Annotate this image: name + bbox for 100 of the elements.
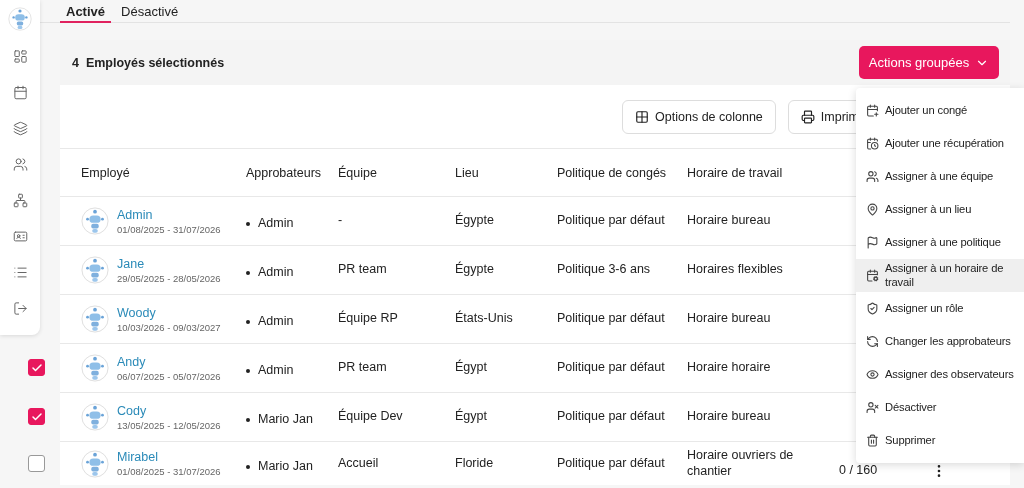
printer-icon (800, 109, 815, 124)
team-cell: PR team (338, 262, 387, 278)
contract-dates: 13/05/2025 - 12/05/2026 (117, 419, 221, 431)
team-cell: Équipe Dev (338, 409, 403, 425)
tab[interactable]: Désactivé (115, 0, 185, 23)
approver-name: Admin (258, 265, 294, 281)
bulk-actions-button[interactable]: Actions groupées (859, 46, 999, 79)
approver-name: Admin (258, 216, 294, 232)
refresh-icon (866, 335, 879, 348)
schedule-cell: Horaires flexibles (687, 262, 783, 278)
column-header: Horaire de travail (687, 165, 783, 180)
employee-name-link[interactable]: Andy (117, 354, 221, 369)
calendar-clock-icon (866, 137, 879, 150)
contract-dates: 01/08/2025 - 31/07/2026 (117, 223, 221, 235)
location-cell: États-Unis (455, 311, 513, 327)
column-options-button[interactable]: Options de colonne (622, 99, 776, 134)
list-icon[interactable] (12, 264, 28, 280)
calendar-icon[interactable] (12, 84, 28, 100)
approver-name: Mario Jan (258, 458, 313, 475)
menu-item[interactable]: Assigner à une équipe (856, 160, 1024, 193)
avatar-icon (81, 354, 109, 382)
location-cell: Floride (455, 455, 494, 472)
row-checkbox[interactable] (28, 454, 45, 472)
policy-cell: Politique par défaut (557, 213, 665, 229)
layers-icon[interactable] (12, 120, 28, 136)
network-icon[interactable] (12, 192, 28, 208)
schedule-cell: Horaire bureau (687, 409, 771, 425)
team-cell: Équipe RP (338, 311, 398, 327)
policy-cell: Politique 3-6 ans (557, 262, 651, 278)
bullet-icon (246, 271, 250, 275)
tab[interactable]: Activé (60, 0, 112, 23)
location-cell: Égypt (455, 360, 487, 376)
schedule-cell: Horaire horaire (687, 360, 771, 376)
menu-item[interactable]: Ajouter un congé (856, 94, 1024, 127)
row-checkbox[interactable] (28, 408, 45, 425)
users-icon (866, 170, 879, 183)
bullet-icon (246, 464, 250, 469)
contract-dates: 10/03/2026 - 09/03/2027 (117, 321, 221, 333)
user-x-icon (866, 401, 879, 414)
approver-name: Admin (258, 314, 294, 330)
policy-cell: Politique par défaut (557, 409, 665, 425)
avatar-icon (81, 449, 109, 478)
menu-item[interactable]: Assigner à un horaire de travail (856, 259, 1024, 292)
menu-item[interactable]: Assigner à un lieu (856, 193, 1024, 226)
bullet-icon (246, 222, 250, 226)
column-header: Lieu (455, 165, 479, 180)
bullet-icon (246, 320, 250, 324)
eye-icon (866, 368, 879, 381)
users-icon[interactable] (12, 156, 28, 172)
hours-cell: 0 / 160 (839, 462, 878, 479)
employee-name-link[interactable]: Cody (117, 403, 221, 418)
menu-item[interactable]: Assigner à une politique (856, 226, 1024, 259)
team-cell: - (338, 213, 343, 229)
grid-icon (635, 109, 650, 124)
policy-cell: Politique par défaut (557, 360, 665, 376)
menu-item[interactable]: Assigner un rôle (856, 292, 1024, 325)
column-header: Approbateurs (246, 165, 322, 180)
menu-item[interactable]: Ajouter une récupération (856, 127, 1024, 160)
location-cell: Égypte (455, 213, 494, 229)
avatar-icon (8, 7, 32, 31)
location-cell: Égypte (455, 262, 494, 278)
contract-dates: 01/08/2025 - 31/07/2026 (117, 466, 221, 477)
avatar-icon (81, 207, 109, 235)
contract-dates: 29/05/2025 - 28/05/2026 (117, 272, 221, 284)
schedule-cell: Horaire bureau (687, 213, 771, 229)
column-header: Politique de congés (557, 165, 667, 180)
avatar-icon (81, 305, 109, 333)
approver-name: Mario Jan (258, 412, 313, 428)
bullet-icon (246, 369, 250, 373)
menu-item[interactable]: Supprimer (856, 424, 1024, 457)
check-icon (30, 361, 43, 374)
team-cell: Accueil (338, 455, 379, 472)
calendar-plus-icon (866, 104, 879, 117)
menu-item[interactable]: Désactiver (856, 391, 1024, 424)
map-pin-icon (866, 203, 879, 216)
menu-item[interactable]: Changer les approbateurs (856, 325, 1024, 358)
selection-count: 4 Employés sélectionnés (72, 55, 225, 70)
trash-icon (866, 434, 879, 447)
schedule-cell-text: Horaire ouvriers de chantier (687, 447, 795, 480)
avatar-icon (81, 403, 109, 431)
shield-icon (866, 302, 879, 315)
employee-name-link[interactable]: Mirabel (117, 450, 221, 464)
policy-cell: Politique par défaut (557, 311, 665, 327)
dashboard-icon[interactable] (12, 48, 28, 64)
column-header: Employé (81, 165, 130, 180)
approver-name: Admin (258, 363, 294, 379)
avatar-icon (81, 256, 109, 284)
employee-name-link[interactable]: Jane (117, 256, 221, 271)
employee-name-link[interactable]: Woody (117, 305, 221, 320)
column-header: Équipe (338, 165, 377, 180)
logout-icon[interactable] (12, 300, 28, 316)
policy-cell: Politique par défaut (557, 455, 665, 472)
location-cell: Égypt (455, 409, 487, 425)
id-card-icon[interactable] (12, 228, 28, 244)
menu-item[interactable]: Assigner des observateurs (856, 358, 1024, 391)
employee-name-link[interactable]: Admin (117, 207, 221, 222)
team-cell: PR team (338, 360, 387, 376)
row-checkbox[interactable] (28, 359, 45, 376)
schedule-cell: Horaire bureau (687, 311, 771, 327)
contract-dates: 06/07/2025 - 05/07/2026 (117, 370, 221, 382)
